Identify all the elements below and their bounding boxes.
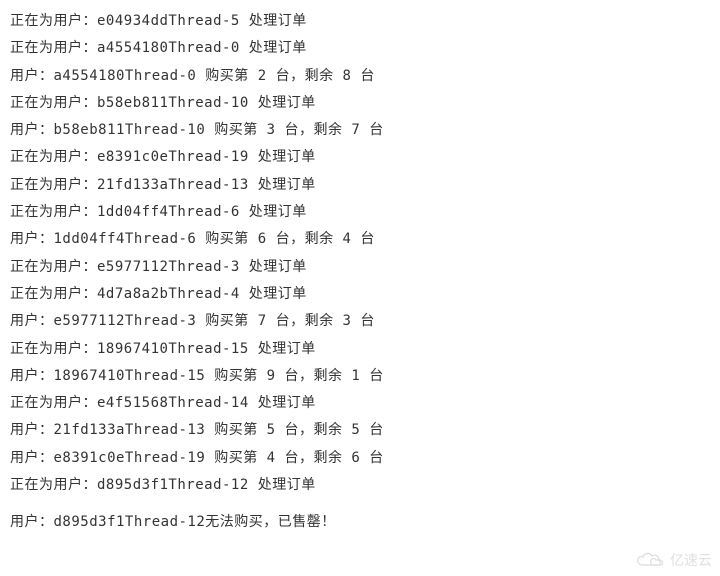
log-line: 正在为用户：b58eb811Thread-10 处理订单 <box>10 90 710 117</box>
log-line: 正在为用户：1dd04ff4Thread-6 处理订单 <box>10 199 710 226</box>
log-line: 用户：e8391c0eThread-19 购买第 4 台，剩余 6 台 <box>10 445 710 472</box>
log-line: 用户：a4554180Thread-0 购买第 2 台，剩余 8 台 <box>10 63 710 90</box>
watermark-text: 亿速云 <box>670 550 712 570</box>
console-output: 正在为用户：e04934ddThread-5 处理订单 正在为用户：a45541… <box>10 8 710 537</box>
log-line: 正在为用户：21fd133aThread-13 处理订单 <box>10 172 710 199</box>
log-line: 用户：e5977112Thread-3 购买第 7 台，剩余 3 台 <box>10 308 710 335</box>
cloud-icon <box>636 551 666 569</box>
watermark: 亿速云 <box>636 550 712 570</box>
log-line: 用户：21fd133aThread-13 购买第 5 台，剩余 5 台 <box>10 417 710 444</box>
log-line: 正在为用户：4d7a8a2bThread-4 处理订单 <box>10 281 710 308</box>
log-line: 正在为用户：e8391c0eThread-19 处理订单 <box>10 144 710 171</box>
log-line: 用户：18967410Thread-15 购买第 9 台，剩余 1 台 <box>10 363 710 390</box>
log-line: 正在为用户：18967410Thread-15 处理订单 <box>10 336 710 363</box>
log-line: 正在为用户：e4f51568Thread-14 处理订单 <box>10 390 710 417</box>
log-line: 正在为用户：e5977112Thread-3 处理订单 <box>10 254 710 281</box>
log-line: 用户：1dd04ff4Thread-6 购买第 6 台，剩余 4 台 <box>10 226 710 253</box>
log-line: 用户：b58eb811Thread-10 购买第 3 台，剩余 7 台 <box>10 117 710 144</box>
log-line: 正在为用户：a4554180Thread-0 处理订单 <box>10 35 710 62</box>
log-line: 正在为用户：d895d3f1Thread-12 处理订单 <box>10 472 710 499</box>
log-line: 正在为用户：e04934ddThread-5 处理订单 <box>10 8 710 35</box>
sold-out-message: 用户：d895d3f1Thread-12无法购买，已售罄！ <box>10 509 710 536</box>
